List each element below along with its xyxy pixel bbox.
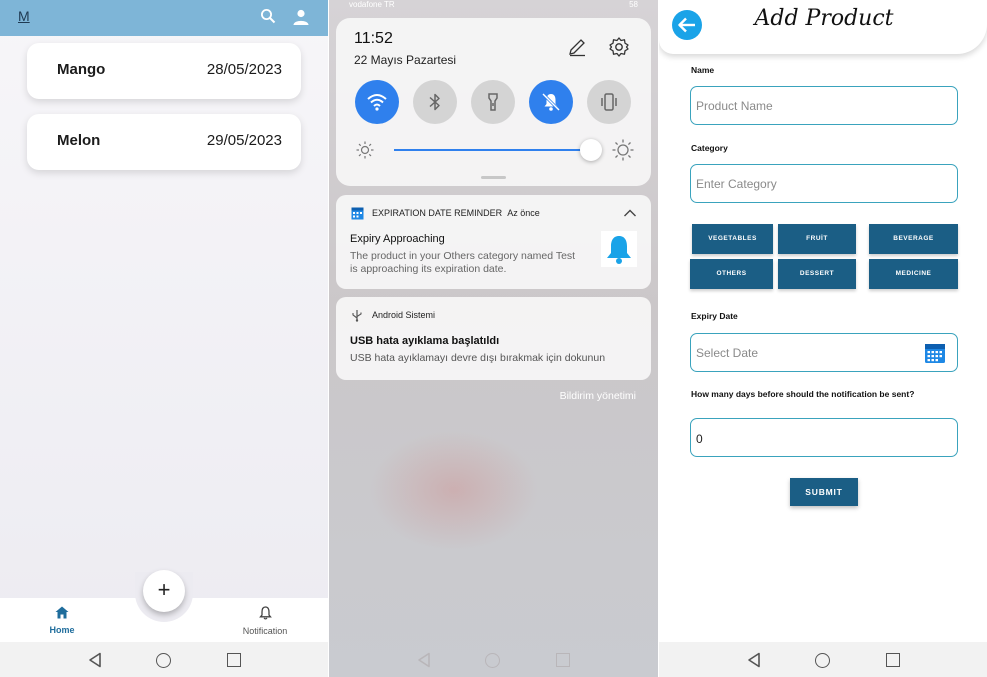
calendar-icon[interactable] [924, 342, 946, 364]
back-triangle-icon[interactable] [747, 652, 761, 668]
brightness-high-icon [612, 139, 634, 161]
notification-shade-screen: vodafone TR 58 11:52 22 Mayıs Pazartesi [329, 0, 658, 677]
category-chip-vegetables[interactable]: VEGETABLES [692, 224, 773, 254]
calendar-app-icon [351, 207, 364, 220]
system-nav-bar [0, 642, 328, 677]
vibrate-toggle[interactable] [587, 80, 631, 124]
panel-drag-handle[interactable] [481, 176, 506, 179]
bell-icon [607, 236, 631, 264]
back-button[interactable] [672, 10, 702, 40]
category-field[interactable]: Enter Category [690, 164, 958, 203]
wallpaper-blur [369, 430, 539, 550]
category-chip-beverage[interactable]: BEVERAGE [869, 224, 958, 254]
wifi-icon [367, 94, 387, 111]
recents-square-icon[interactable] [886, 653, 900, 667]
notification-title: Expiry Approaching [350, 233, 445, 245]
product-name-placeholder: Product Name [696, 99, 773, 113]
notification-thumbnail [601, 231, 637, 267]
category-chip-others[interactable]: OTHERS [690, 259, 773, 289]
category-placeholder: Enter Category [696, 177, 777, 191]
back-triangle-icon[interactable] [88, 652, 102, 668]
search-icon[interactable] [260, 8, 276, 24]
battery-level: 58 [629, 0, 638, 9]
system-nav-bar [659, 642, 987, 677]
brightness-slider-thumb[interactable] [580, 139, 602, 161]
product-name: Melon [57, 132, 101, 149]
app-bar: M [0, 0, 328, 36]
nav-item-home[interactable]: Home [40, 606, 84, 635]
bell-icon [258, 606, 272, 620]
edit-pencil-icon[interactable] [567, 37, 587, 57]
add-product-screen: Add Product Name Product Name Category E… [659, 0, 987, 677]
wifi-toggle[interactable] [355, 80, 399, 124]
clock-date: 22 Mayıs Pazartesi [354, 53, 457, 67]
page-title: Add Product [754, 6, 894, 31]
name-label: Name [691, 65, 715, 75]
category-chip-fruit[interactable]: FRUİT [778, 224, 856, 254]
nav-label-notification: Notification [242, 626, 288, 636]
notify-days-label: How many days before should the notifica… [691, 389, 915, 399]
brightness-low-icon [356, 141, 374, 159]
product-name: Mango [57, 61, 106, 78]
notification-body: The product in your Others category name… [350, 250, 576, 275]
brightness-slider-track[interactable] [394, 149, 592, 151]
vibrate-icon [601, 93, 617, 111]
notification-body: USB hata ayıklamayı devre dışı bırakmak … [350, 352, 606, 364]
usb-icon [352, 310, 362, 322]
flashlight-toggle[interactable] [471, 80, 515, 124]
category-label: Category [691, 143, 728, 153]
recents-square-icon[interactable] [556, 653, 570, 667]
product-date: 29/05/2023 [206, 132, 282, 149]
app-logo[interactable]: M [18, 8, 30, 24]
user-icon[interactable] [292, 8, 310, 26]
category-chip-dessert[interactable]: DESSERT [778, 259, 856, 289]
category-chip-medicine[interactable]: MEDICINE [869, 259, 958, 289]
expiry-date-field[interactable]: Select Date [690, 333, 958, 372]
flashlight-icon [488, 93, 498, 111]
notify-days-field[interactable]: 0 [690, 418, 958, 457]
expiry-date-label: Expiry Date [691, 311, 738, 321]
home-icon [55, 606, 69, 619]
expiry-date-placeholder: Select Date [696, 346, 759, 360]
recents-square-icon[interactable] [227, 653, 241, 667]
notify-days-value: 0 [696, 432, 703, 446]
notification-title: USB hata ayıklama başlatıldı [350, 335, 500, 347]
home-circle-icon[interactable] [485, 653, 500, 668]
nav-item-notification[interactable]: Notification [230, 606, 300, 636]
manage-notifications-link[interactable]: Bildirim yönetimi [560, 390, 636, 402]
notification-app-name: Android Sistemi [372, 310, 436, 320]
home-screen: M Mango 28/05/2023 Melon 29/05/2023 + Ho… [0, 0, 328, 677]
nav-label-home: Home [49, 625, 75, 635]
bluetooth-icon [429, 93, 440, 111]
settings-gear-icon[interactable] [608, 36, 630, 58]
usb-debug-notification-card[interactable]: Android Sistemi USB hata ayıklama başlat… [336, 297, 651, 380]
product-card[interactable]: Melon 29/05/2023 [27, 114, 301, 170]
expiry-notification-card[interactable]: EXPIRATION DATE REMINDER Az önce Expiry … [336, 195, 651, 289]
arrow-left-icon [678, 17, 695, 33]
dnd-toggle[interactable] [529, 80, 573, 124]
product-date: 28/05/2023 [206, 61, 282, 78]
quick-settings-panel: 11:52 22 Mayıs Pazartesi [336, 18, 651, 186]
add-product-header: Add Product [659, 0, 987, 54]
product-name-field[interactable]: Product Name [690, 86, 958, 125]
clock-time: 11:52 [354, 30, 393, 47]
system-nav-bar [329, 642, 658, 677]
home-circle-icon[interactable] [156, 653, 171, 668]
bluetooth-toggle[interactable] [413, 80, 457, 124]
notification-app-name: EXPIRATION DATE REMINDER Az önce [372, 208, 540, 218]
product-card[interactable]: Mango 28/05/2023 [27, 43, 301, 99]
carrier-label: vodafone TR [349, 0, 395, 9]
submit-button[interactable]: SUBMIT [790, 478, 858, 506]
home-circle-icon[interactable] [815, 653, 830, 668]
add-product-button[interactable]: + [143, 570, 185, 612]
bell-off-icon [541, 92, 561, 112]
back-triangle-icon[interactable] [417, 652, 431, 668]
chevron-up-icon[interactable] [623, 207, 637, 219]
